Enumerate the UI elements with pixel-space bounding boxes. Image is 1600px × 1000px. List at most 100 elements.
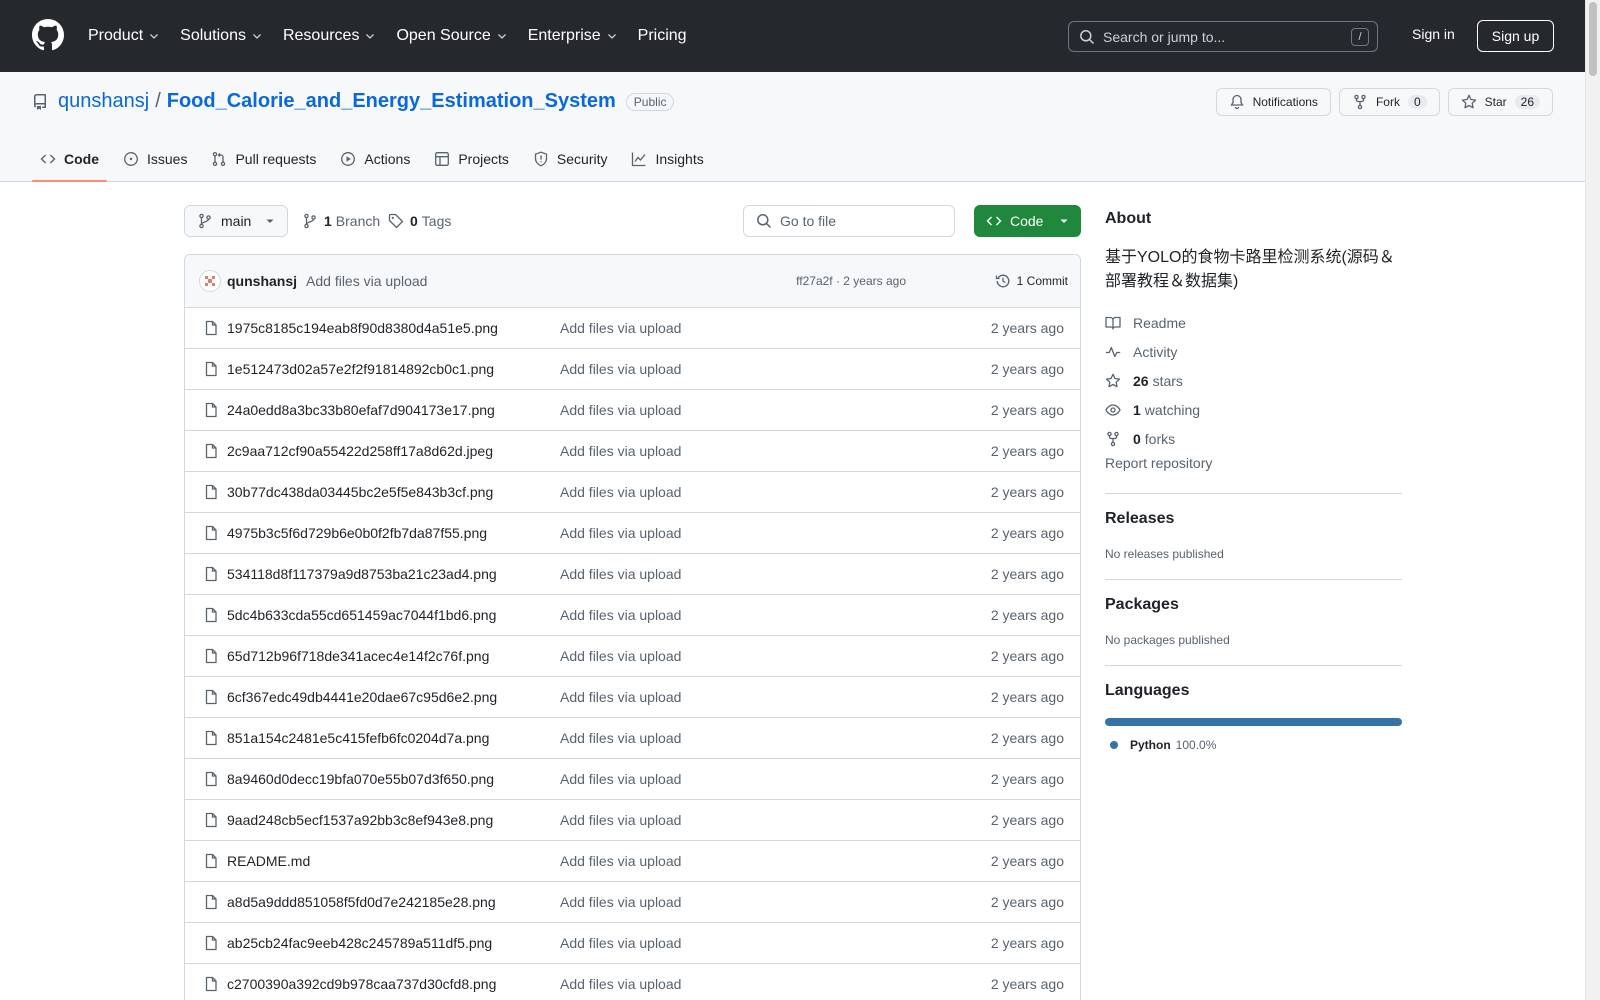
file-row[interactable]: 534118d8f117379a9d8753ba21c23ad4.png Add … — [185, 554, 1080, 595]
tab-pull-requests[interactable]: Pull requests — [203, 136, 324, 182]
commit-message-link[interactable]: Add files via upload — [306, 273, 427, 289]
file-commit-message-link[interactable]: Add files via upload — [560, 607, 681, 623]
file-commit-message-link[interactable]: Add files via upload — [560, 812, 681, 828]
branch-name: main — [221, 213, 252, 229]
file-row[interactable]: 4975b3c5f6d729b6e0b0f2fb7da87f55.png Add … — [185, 513, 1080, 554]
tab-insights[interactable]: Insights — [623, 136, 711, 182]
file-row[interactable]: 65d712b96f718de341acec4e14f2c76f.png Add … — [185, 636, 1080, 677]
nav-enterprise[interactable]: Enterprise — [528, 27, 618, 45]
global-search-input[interactable]: Search or jump to... / — [1068, 21, 1378, 52]
file-name-link[interactable]: 65d712b96f718de341acec4e14f2c76f.png — [227, 648, 489, 664]
branch-selector[interactable]: main — [184, 205, 288, 237]
releases-heading[interactable]: Releases — [1105, 510, 1402, 528]
file-name-link[interactable]: 6cf367edc49db4441e20dae67c95d6e2.png — [227, 689, 497, 705]
file-row[interactable]: 6cf367edc49db4441e20dae67c95d6e2.png Add … — [185, 677, 1080, 718]
file-icon — [203, 812, 219, 828]
file-name-link[interactable]: ab25cb24fac9eeb428c245789a511df5.png — [227, 935, 492, 951]
file-row[interactable]: 1e512473d02a57e2f2f91814892cb0c1.png Add … — [185, 349, 1080, 390]
repo-owner-link[interactable]: qunshansj — [58, 90, 149, 113]
file-name-link[interactable]: 8a9460d0decc19bfa070e55b07d3f650.png — [227, 771, 494, 787]
commit-history-link[interactable]: 1 Commit — [995, 273, 1068, 289]
file-row[interactable]: 9aad248cb5ecf1537a92bb3c8ef943e8.png Add … — [185, 800, 1080, 841]
file-name-link[interactable]: 1e512473d02a57e2f2f91814892cb0c1.png — [227, 361, 494, 377]
file-commit-message-link[interactable]: Add files via upload — [560, 771, 681, 787]
file-name-link[interactable]: 30b77dc438da03445bc2e5f5e843b3cf.png — [227, 484, 493, 500]
file-row[interactable]: 8a9460d0decc19bfa070e55b07d3f650.png Add … — [185, 759, 1080, 800]
notifications-button[interactable]: Notifications — [1215, 88, 1331, 116]
file-name-link[interactable]: 5dc4b633cda55cd651459ac7044f1bd6.png — [227, 607, 496, 623]
file-commit-message-link[interactable]: Add files via upload — [560, 853, 681, 869]
branches-link[interactable]: 1 Branch — [302, 205, 380, 237]
tab-code[interactable]: Code — [32, 136, 107, 182]
go-to-file-input[interactable]: Go to file — [743, 205, 955, 237]
commit-hash-and-date[interactable]: ff27a2f · 2 years ago — [796, 274, 906, 288]
activity-link[interactable]: Activity — [1105, 337, 1402, 366]
file-commit-message-link[interactable]: Add files via upload — [560, 320, 681, 336]
commit-author-link[interactable]: qunshansj — [227, 273, 297, 289]
code-dropdown-button[interactable]: Code — [974, 205, 1081, 237]
tags-link[interactable]: 0 Tags — [388, 205, 451, 237]
avatar[interactable] — [199, 270, 221, 292]
file-name-link[interactable]: 534118d8f117379a9d8753ba21c23ad4.png — [227, 566, 497, 582]
tab-security[interactable]: Security — [525, 136, 616, 182]
nav-pricing[interactable]: Pricing — [638, 27, 687, 45]
language-item[interactable]: Python 100.0% — [1105, 738, 1402, 752]
file-commit-message-link[interactable]: Add files via upload — [560, 361, 681, 377]
forks-link[interactable]: 0 forks — [1105, 424, 1402, 453]
file-row[interactable]: README.md Add files via upload 2 years ago — [185, 841, 1080, 882]
file-commit-message-link[interactable]: Add files via upload — [560, 484, 681, 500]
file-row[interactable]: c2700390a392cd9b978caa737d30cfd8.png Add … — [185, 964, 1080, 1000]
tab-actions[interactable]: Actions — [332, 136, 418, 182]
star-button[interactable]: Star 26 — [1447, 88, 1553, 116]
nav-solutions[interactable]: Solutions — [180, 27, 263, 45]
file-row[interactable]: 30b77dc438da03445bc2e5f5e843b3cf.png Add … — [185, 472, 1080, 513]
stars-count: 26 — [1133, 372, 1149, 389]
file-name-link[interactable]: 4975b3c5f6d729b6e0b0f2fb7da87f55.png — [227, 525, 487, 541]
readme-link[interactable]: Readme — [1105, 308, 1402, 337]
file-name-link[interactable]: 2c9aa712cf90a55422d258ff17a8d62d.jpeg — [227, 443, 493, 459]
file-commit-message-link[interactable]: Add files via upload — [560, 730, 681, 746]
tab-issues[interactable]: Issues — [115, 136, 195, 182]
watchers-link[interactable]: 1 watching — [1105, 395, 1402, 424]
file-name-link[interactable]: 1975c8185c194eab8f90d8380d4a51e5.png — [227, 320, 498, 336]
repo-header: qunshansj / Food_Calorie_and_Energy_Esti… — [0, 72, 1585, 182]
file-toolbar: main 1 Branch 0 Tags Go to file Code — [184, 205, 1081, 237]
tab-projects[interactable]: Projects — [426, 136, 517, 182]
file-commit-message-link[interactable]: Add files via upload — [560, 689, 681, 705]
file-commit-message-link[interactable]: Add files via upload — [560, 525, 681, 541]
repo-name-link[interactable]: Food_Calorie_and_Energy_Estimation_Syste… — [167, 90, 616, 113]
file-commit-message-link[interactable]: Add files via upload — [560, 566, 681, 582]
file-commit-message-link[interactable]: Add files via upload — [560, 894, 681, 910]
file-name-link[interactable]: c2700390a392cd9b978caa737d30cfd8.png — [227, 976, 496, 992]
scrollbar-thumb[interactable] — [1589, 2, 1597, 76]
file-row[interactable]: 24a0edd8a3bc33b80efaf7d904173e17.png Add … — [185, 390, 1080, 431]
fork-button[interactable]: Fork 0 — [1338, 88, 1440, 116]
sign-up-button[interactable]: Sign up — [1477, 20, 1554, 52]
nav-product[interactable]: Product — [88, 27, 160, 45]
file-name-link[interactable]: 9aad248cb5ecf1537a92bb3c8ef943e8.png — [227, 812, 493, 828]
file-row[interactable]: 2c9aa712cf90a55422d258ff17a8d62d.jpeg Add… — [185, 431, 1080, 472]
nav-open-source[interactable]: Open Source — [396, 27, 507, 45]
file-name-link[interactable]: README.md — [227, 853, 310, 869]
file-row[interactable]: ab25cb24fac9eeb428c245789a511df5.png Add … — [185, 923, 1080, 964]
file-row[interactable]: a8d5a9ddd851058f5fd0d7e242185e28.png Add … — [185, 882, 1080, 923]
file-commit-age: 2 years ago — [990, 320, 1064, 336]
file-commit-message-link[interactable]: Add files via upload — [560, 935, 681, 951]
file-row[interactable]: 851a154c2481e5c415fefb6fc0204d7a.png Add … — [185, 718, 1080, 759]
file-name-link[interactable]: 851a154c2481e5c415fefb6fc0204d7a.png — [227, 730, 489, 746]
file-row[interactable]: 1975c8185c194eab8f90d8380d4a51e5.png Add … — [185, 308, 1080, 349]
report-repository-link[interactable]: Report repository — [1105, 455, 1402, 475]
stars-link[interactable]: 26 stars — [1105, 366, 1402, 395]
file-commit-message-link[interactable]: Add files via upload — [560, 648, 681, 664]
file-commit-message-link[interactable]: Add files via upload — [560, 443, 681, 459]
file-name-link[interactable]: a8d5a9ddd851058f5fd0d7e242185e28.png — [227, 894, 496, 910]
file-commit-message-link[interactable]: Add files via upload — [560, 402, 681, 418]
github-logo-icon[interactable] — [32, 19, 64, 51]
nav-resources[interactable]: Resources — [283, 27, 376, 45]
sign-in-link[interactable]: Sign in — [1412, 26, 1455, 42]
packages-heading[interactable]: Packages — [1105, 596, 1402, 614]
file-name-link[interactable]: 24a0edd8a3bc33b80efaf7d904173e17.png — [227, 402, 495, 418]
page-scrollbar[interactable] — [1585, 0, 1600, 1000]
file-commit-message-link[interactable]: Add files via upload — [560, 976, 681, 992]
file-row[interactable]: 5dc4b633cda55cd651459ac7044f1bd6.png Add … — [185, 595, 1080, 636]
